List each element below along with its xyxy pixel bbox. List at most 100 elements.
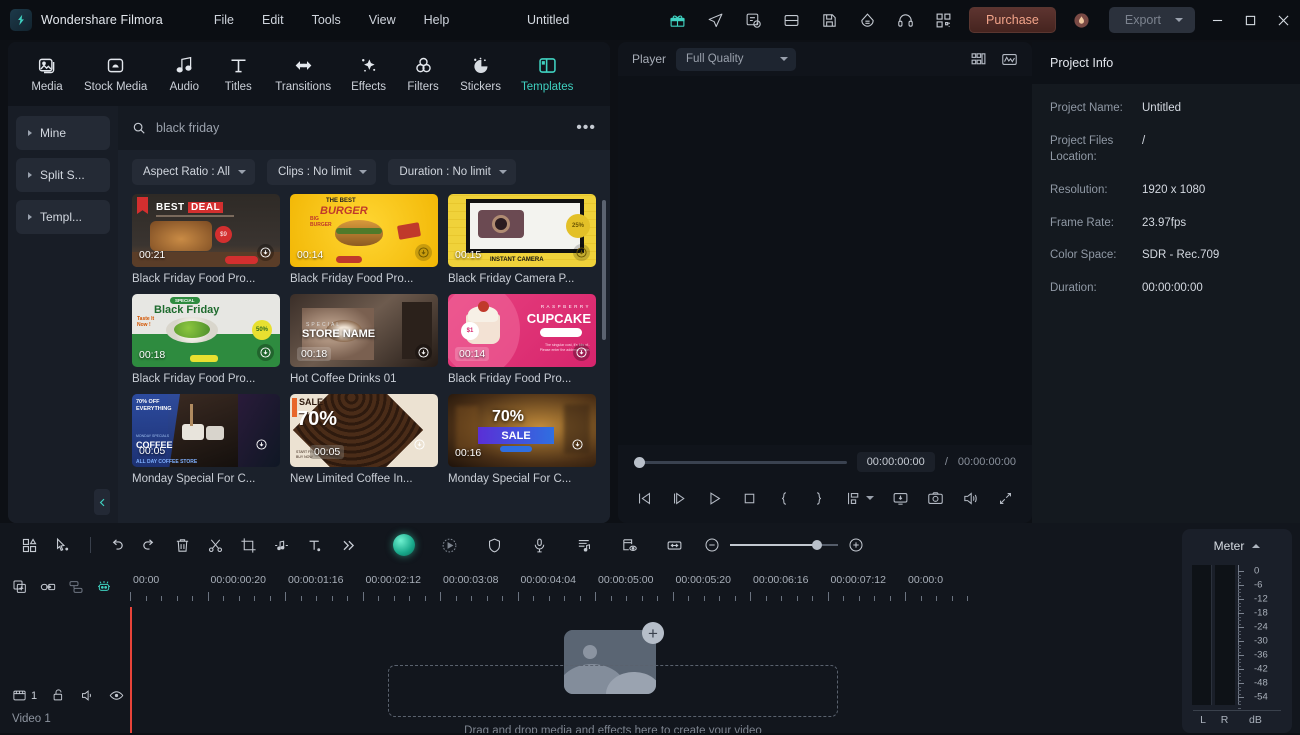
audio-detach-icon[interactable] xyxy=(266,530,296,560)
menu-view[interactable]: View xyxy=(355,8,410,32)
tab-media[interactable]: Media xyxy=(20,51,74,97)
duplicate-track-icon[interactable] xyxy=(12,579,28,595)
more-options-icon[interactable]: ••• xyxy=(576,120,596,136)
more-tools-icon[interactable] xyxy=(332,530,362,560)
filter-clips[interactable]: Clips : No limit xyxy=(266,159,377,185)
marker-icon[interactable] xyxy=(569,530,599,560)
waveform-icon[interactable] xyxy=(1001,51,1018,68)
download-icon[interactable] xyxy=(573,344,590,361)
fit-timeline-icon[interactable] xyxy=(659,530,689,560)
auto-reframe-icon[interactable] xyxy=(434,530,464,560)
notes-icon[interactable] xyxy=(738,5,768,35)
grid-view-icon[interactable] xyxy=(970,51,987,68)
voiceover-icon[interactable] xyxy=(524,530,554,560)
menu-edit[interactable]: Edit xyxy=(248,8,298,32)
player-stage[interactable] xyxy=(618,76,1032,445)
download-icon[interactable] xyxy=(257,244,274,261)
qrcode-icon[interactable] xyxy=(928,5,958,35)
headset-icon[interactable] xyxy=(890,5,920,35)
close-button[interactable] xyxy=(1267,0,1300,40)
fullscreen-icon[interactable] xyxy=(997,490,1014,507)
template-card[interactable]: $1 RASPBERRY CUPCAKE The singular cost, … xyxy=(448,294,596,385)
tab-stock-media[interactable]: Stock Media xyxy=(74,51,157,97)
menu-file[interactable]: File xyxy=(200,8,248,32)
group-track-icon[interactable] xyxy=(68,579,84,595)
collapse-sidebar-button[interactable] xyxy=(94,489,110,515)
text-tool-icon[interactable] xyxy=(299,530,329,560)
download-icon[interactable] xyxy=(573,244,590,261)
template-card[interactable]: 70% OFF EVERYTHING MONDAY SPECIALS COFFEE… xyxy=(132,394,280,485)
add-media-button[interactable]: + xyxy=(642,622,664,644)
menu-tools[interactable]: Tools xyxy=(298,8,355,32)
audio-meter-header[interactable]: Meter xyxy=(1214,539,1261,553)
download-icon[interactable] xyxy=(253,436,270,453)
split-icon[interactable] xyxy=(200,530,230,560)
menu-help[interactable]: Help xyxy=(410,8,464,32)
play-icon[interactable] xyxy=(706,490,723,507)
shield-icon[interactable] xyxy=(479,530,509,560)
save-icon[interactable] xyxy=(814,5,844,35)
grid-apps-icon[interactable] xyxy=(14,530,44,560)
next-frame-icon[interactable] xyxy=(671,490,688,507)
volume-icon[interactable] xyxy=(962,490,979,507)
chevron-up-icon[interactable] xyxy=(1252,544,1261,548)
render-preview-icon[interactable] xyxy=(614,530,644,560)
sidebar-item-mine[interactable]: Mine xyxy=(16,116,110,150)
sidebar-item-templates[interactable]: Templ... xyxy=(16,200,110,234)
export-button[interactable]: Export xyxy=(1108,7,1195,33)
filter-duration[interactable]: Duration : No limit xyxy=(388,159,516,185)
tab-filters[interactable]: Filters xyxy=(396,51,450,97)
download-icon[interactable] xyxy=(257,344,274,361)
minimize-button[interactable] xyxy=(1201,0,1234,40)
template-card[interactable]: THE BEST BURGER BIG BURGER 00:14 Black F… xyxy=(290,194,438,285)
select-tool-icon[interactable] xyxy=(47,530,77,560)
timeline-zoom-handle[interactable] xyxy=(812,540,822,550)
filter-aspect-ratio[interactable]: Aspect Ratio : All xyxy=(132,159,255,185)
layout-icon[interactable] xyxy=(776,5,806,35)
snapshot-icon[interactable] xyxy=(927,490,944,507)
player-quality-select[interactable]: Full Quality xyxy=(676,47,797,71)
timeline-ruler[interactable]: 00:00 00:00:00:20 00:00:01:16 00:00:02:12 00… xyxy=(130,567,1182,607)
chevron-down-icon[interactable] xyxy=(866,496,875,500)
template-card[interactable]: 70% SALE 00:16 Monday Special For C... xyxy=(448,394,596,485)
mark-out-icon[interactable] xyxy=(810,490,827,507)
mute-icon[interactable] xyxy=(80,688,95,703)
template-card[interactable]: SALE 70% START FROM BUY NOW 00:05 New Lim… xyxy=(290,394,438,485)
stop-icon[interactable] xyxy=(741,490,758,507)
lock-icon[interactable] xyxy=(51,688,66,703)
undo-icon[interactable] xyxy=(101,530,131,560)
media-drop-zone[interactable] xyxy=(388,665,838,717)
download-icon[interactable] xyxy=(415,244,432,261)
tab-effects[interactable]: Effects xyxy=(341,51,396,97)
prev-frame-icon[interactable] xyxy=(636,490,653,507)
tab-titles[interactable]: Titles xyxy=(211,51,265,97)
mark-in-icon[interactable] xyxy=(776,490,793,507)
player-seek-slider[interactable] xyxy=(634,456,847,468)
template-card[interactable]: BEST DEAL $9 00:21 Black Friday Food Pro… xyxy=(132,194,280,285)
account-avatar[interactable] xyxy=(1067,5,1097,35)
gift-icon[interactable] xyxy=(662,5,692,35)
cloud-icon[interactable] xyxy=(852,5,882,35)
screen-record-icon[interactable] xyxy=(892,490,909,507)
template-card[interactable]: SPECIAL Black Friday Taste It Now ! 50% 0… xyxy=(132,294,280,385)
track-video-icon[interactable] xyxy=(12,688,27,703)
zoom-out-icon[interactable] xyxy=(704,537,720,553)
template-grid-scrollbar[interactable] xyxy=(602,200,606,340)
timeline-zoom-slider[interactable] xyxy=(730,540,838,550)
player-seek-handle[interactable] xyxy=(634,456,645,468)
delete-icon[interactable] xyxy=(167,530,197,560)
tab-stickers[interactable]: Stickers xyxy=(450,51,511,97)
template-card[interactable]: 25% INSTANT CAMERA 00:15 Black Friday Ca… xyxy=(448,194,596,285)
tab-templates[interactable]: Templates xyxy=(511,51,583,97)
keyframe-track-icon[interactable] xyxy=(96,579,112,595)
download-icon[interactable] xyxy=(415,344,432,361)
purchase-button[interactable]: Purchase xyxy=(969,7,1056,33)
playhead[interactable] xyxy=(130,607,132,733)
maximize-button[interactable] xyxy=(1234,0,1267,40)
ai-orb-icon[interactable] xyxy=(389,530,419,560)
tab-audio[interactable]: Audio xyxy=(157,51,211,97)
crop-icon[interactable] xyxy=(233,530,263,560)
redo-icon[interactable] xyxy=(134,530,164,560)
download-icon[interactable] xyxy=(411,436,428,453)
download-icon[interactable] xyxy=(569,436,586,453)
